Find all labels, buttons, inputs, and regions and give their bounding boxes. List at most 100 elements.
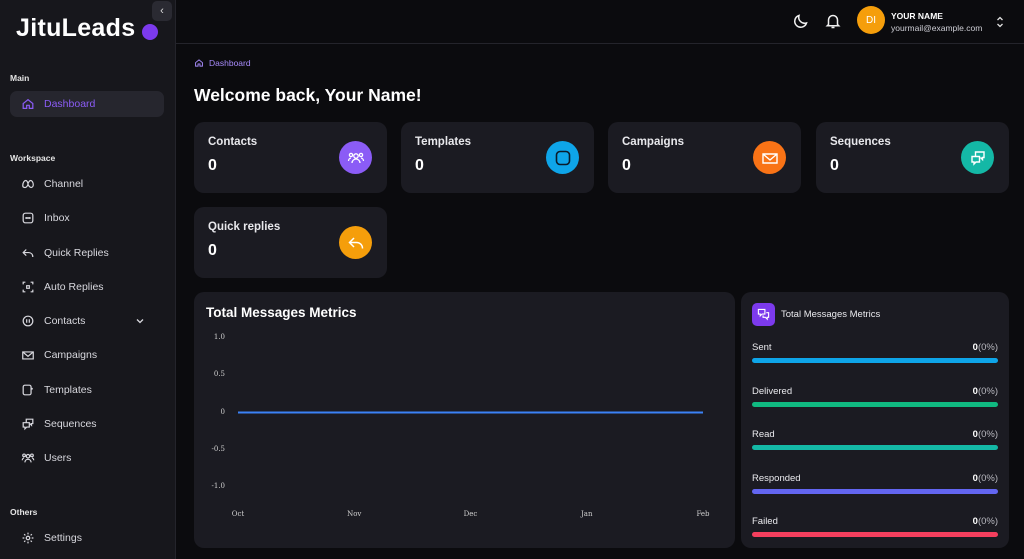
sidebar-item-label: Templates (44, 384, 92, 396)
metric-percent: (0%) (977, 386, 998, 397)
metric-value: 0(0%) (973, 473, 998, 484)
sidebar-item-templates[interactable]: Templates (10, 377, 164, 403)
auto-reply-icon (22, 281, 34, 293)
metric-percent: (0%) (977, 342, 998, 353)
stat-card-quick-replies[interactable]: Quick replies 0 (194, 207, 387, 278)
metric-percent: (0%) (977, 429, 998, 440)
section-label-workspace: Workspace (10, 153, 56, 163)
campaign-icon (22, 351, 34, 360)
metric-label: Responded (752, 473, 801, 484)
sidebar-item-label: Inbox (44, 212, 70, 224)
sequence-icon (961, 141, 994, 174)
stat-card-sequences[interactable]: Sequences 0 (816, 122, 1009, 193)
sidebar-item-label: Sequences (44, 418, 97, 430)
template-icon (546, 141, 579, 174)
sidebar-item-label: Campaigns (44, 349, 98, 361)
metrics-panel: Total Messages Metrics Sent 0(0%) Delivere… (741, 292, 1009, 548)
chevron-left-icon: ‹ (160, 5, 164, 17)
sidebar-item-label: Channel (44, 178, 84, 190)
template-icon (22, 384, 33, 396)
metric-value: 0(0%) (973, 429, 998, 440)
metric-bar (752, 532, 998, 537)
metric-percent: (0%) (977, 473, 998, 484)
sidebar-item-dashboard[interactable]: Dashboard (10, 91, 164, 117)
y-tick-label: -1.0 (211, 482, 226, 490)
users-icon (21, 453, 35, 463)
metric-bar (752, 402, 998, 407)
metric-label: Failed (752, 516, 778, 527)
section-label-main: Main (10, 73, 30, 83)
stat-card-contacts[interactable]: Contacts 0 (194, 122, 387, 193)
sidebar-item-quick-replies[interactable]: Quick Replies (10, 240, 164, 266)
metric-bar (752, 489, 998, 494)
metric-label: Read (752, 429, 775, 440)
users-icon (339, 141, 372, 174)
section-label-others: Others (10, 507, 38, 517)
stat-value: 0 (208, 242, 217, 259)
x-tick-label: Nov (347, 510, 362, 518)
metric-bar (752, 358, 998, 363)
stat-title: Contacts (208, 136, 258, 148)
contacts-icon (22, 315, 34, 327)
x-tick-label: Dec (463, 510, 478, 518)
stat-card-campaigns[interactable]: Campaigns 0 (608, 122, 801, 193)
y-tick-label: 0 (220, 407, 225, 416)
x-tick-label: Feb (696, 510, 710, 518)
user-name[interactable]: YOUR NAME (891, 11, 943, 21)
sidebar-item-label: Auto Replies (44, 281, 104, 293)
sidebar-item-sequences[interactable]: Sequences (10, 411, 164, 437)
x-tick-label: Jan (581, 510, 593, 518)
metric-value: 0(0%) (973, 342, 998, 353)
metric-bar (752, 445, 998, 450)
stat-value: 0 (622, 157, 631, 174)
metric-label: Sent (752, 342, 772, 353)
breadcrumb-label: Dashboard (209, 58, 251, 68)
sidebar-item-campaigns[interactable]: Campaigns (10, 342, 164, 368)
x-tick-label: Oct (231, 510, 245, 518)
stat-card-templates[interactable]: Templates 0 (401, 122, 594, 193)
app-logo[interactable]: JituLeads (16, 14, 135, 43)
top-bar (176, 0, 1024, 44)
home-icon (195, 59, 203, 67)
page-title: Welcome back, Your Name! (194, 85, 422, 105)
logo-dot (142, 24, 158, 40)
sidebar-item-label: Users (44, 452, 72, 464)
stat-title: Quick replies (208, 221, 281, 233)
metric-label: Delivered (752, 386, 793, 397)
sidebar-item-users[interactable]: Users (10, 445, 164, 471)
sidebar-item-channel[interactable]: Channel (10, 171, 164, 197)
sidebar-item-label: Dashboard (44, 98, 96, 110)
reply-icon (339, 226, 372, 259)
stat-value: 0 (415, 157, 424, 174)
sidebar-item-label: Quick Replies (44, 247, 109, 259)
chevron-updown-icon[interactable] (995, 15, 1005, 29)
stat-value: 0 (208, 157, 217, 174)
sidebar-item-label: Settings (44, 532, 82, 544)
stat-title: Templates (415, 136, 472, 148)
y-tick-label: 1.0 (213, 333, 225, 341)
stat-value: 0 (830, 157, 839, 174)
collapse-sidebar-button[interactable]: ‹ (152, 1, 172, 21)
avatar[interactable]: DI (857, 6, 885, 34)
sidebar-item-inbox[interactable]: Inbox (10, 205, 164, 231)
metric-percent: (0%) (977, 516, 998, 527)
metrics-header: Total Messages Metrics (752, 303, 880, 326)
sidebar-item-auto-replies[interactable]: Auto Replies (10, 274, 164, 300)
sidebar-item-contacts[interactable]: Contacts (10, 308, 164, 334)
stat-title: Sequences (830, 136, 891, 148)
sidebar-item-label: Contacts (44, 315, 86, 327)
stat-title: Campaigns (622, 136, 684, 148)
home-icon (22, 98, 34, 109)
chevron-down-icon[interactable] (135, 316, 145, 326)
sidebar-item-settings[interactable]: Settings (10, 525, 164, 551)
messages-chart-panel: Total Messages Metrics 1.0 0.5 0 -0.5 -1.0 Oc… (194, 292, 735, 548)
moon-icon[interactable] (792, 12, 810, 30)
metrics-title: Total Messages Metrics (781, 309, 881, 320)
reply-icon (22, 249, 34, 257)
metric-value: 0(0%) (973, 516, 998, 527)
bell-icon[interactable] (824, 12, 842, 30)
breadcrumb[interactable]: Dashboard (194, 58, 251, 68)
message-icon (752, 303, 775, 326)
chat-icon (22, 212, 34, 224)
y-tick-label: -0.5 (211, 444, 226, 453)
